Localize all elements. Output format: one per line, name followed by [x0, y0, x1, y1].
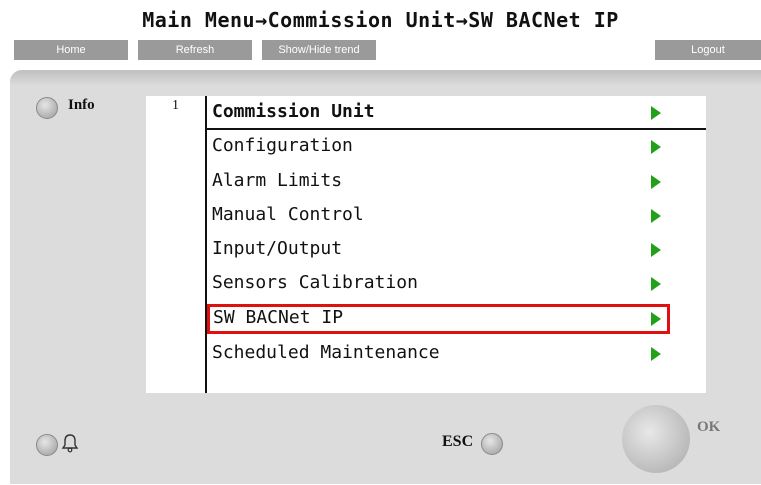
- menu-header-label: Commission Unit: [212, 101, 375, 122]
- menu-item-manual-control[interactable]: Manual Control: [207, 202, 670, 232]
- menu-item-label: Alarm Limits: [212, 170, 343, 191]
- bell-icon[interactable]: [61, 433, 79, 453]
- refresh-button[interactable]: Refresh: [138, 40, 252, 60]
- info-label: Info: [68, 97, 95, 113]
- panel-top-edge: [10, 70, 761, 86]
- logout-button[interactable]: Logout: [655, 40, 761, 60]
- info-led-button[interactable]: [36, 97, 58, 119]
- arrow-right-icon: [651, 312, 661, 326]
- arrow-right-icon: [651, 106, 661, 120]
- arrow-right-icon: [651, 243, 661, 257]
- menu-item-label: Scheduled Maintenance: [212, 342, 440, 363]
- menu-item-alarm-limits[interactable]: Alarm Limits: [207, 168, 670, 198]
- ok-label: OK: [697, 419, 721, 435]
- breadcrumb: Main Menu→Commission Unit→SW BACNet IP: [142, 8, 619, 32]
- alarm-led-button[interactable]: [36, 434, 58, 456]
- arrow-right-icon: [651, 209, 661, 223]
- menu-header-commission-unit[interactable]: Commission Unit: [207, 99, 670, 129]
- arrow-right-icon: [651, 277, 661, 291]
- home-button[interactable]: Home: [14, 40, 128, 60]
- menu-item-sensors-calibration[interactable]: Sensors Calibration: [207, 270, 670, 300]
- menu-item-sw-bacnet-ip[interactable]: SW BACNet IP: [207, 304, 670, 334]
- show-hide-trend-button[interactable]: Show/Hide trend: [262, 40, 376, 60]
- esc-label: ESC: [442, 433, 474, 450]
- arrow-right-icon: [651, 175, 661, 189]
- menu-item-label: Manual Control: [212, 204, 364, 225]
- menu-item-configuration[interactable]: Configuration: [207, 133, 670, 163]
- menu-item-label: Input/Output: [212, 238, 343, 259]
- menu-item-label: Configuration: [212, 135, 353, 156]
- arrow-right-icon: [651, 140, 661, 154]
- menu-item-scheduled-maintenance[interactable]: Scheduled Maintenance: [207, 340, 670, 370]
- esc-button[interactable]: [481, 433, 503, 455]
- arrow-right-icon: [651, 347, 661, 361]
- menu-item-input-output[interactable]: Input/Output: [207, 236, 670, 266]
- ok-knob[interactable]: [622, 405, 690, 473]
- row-number: 1: [172, 98, 179, 113]
- menu-item-label: Sensors Calibration: [212, 272, 418, 293]
- menu-item-label: SW BACNet IP: [213, 307, 344, 328]
